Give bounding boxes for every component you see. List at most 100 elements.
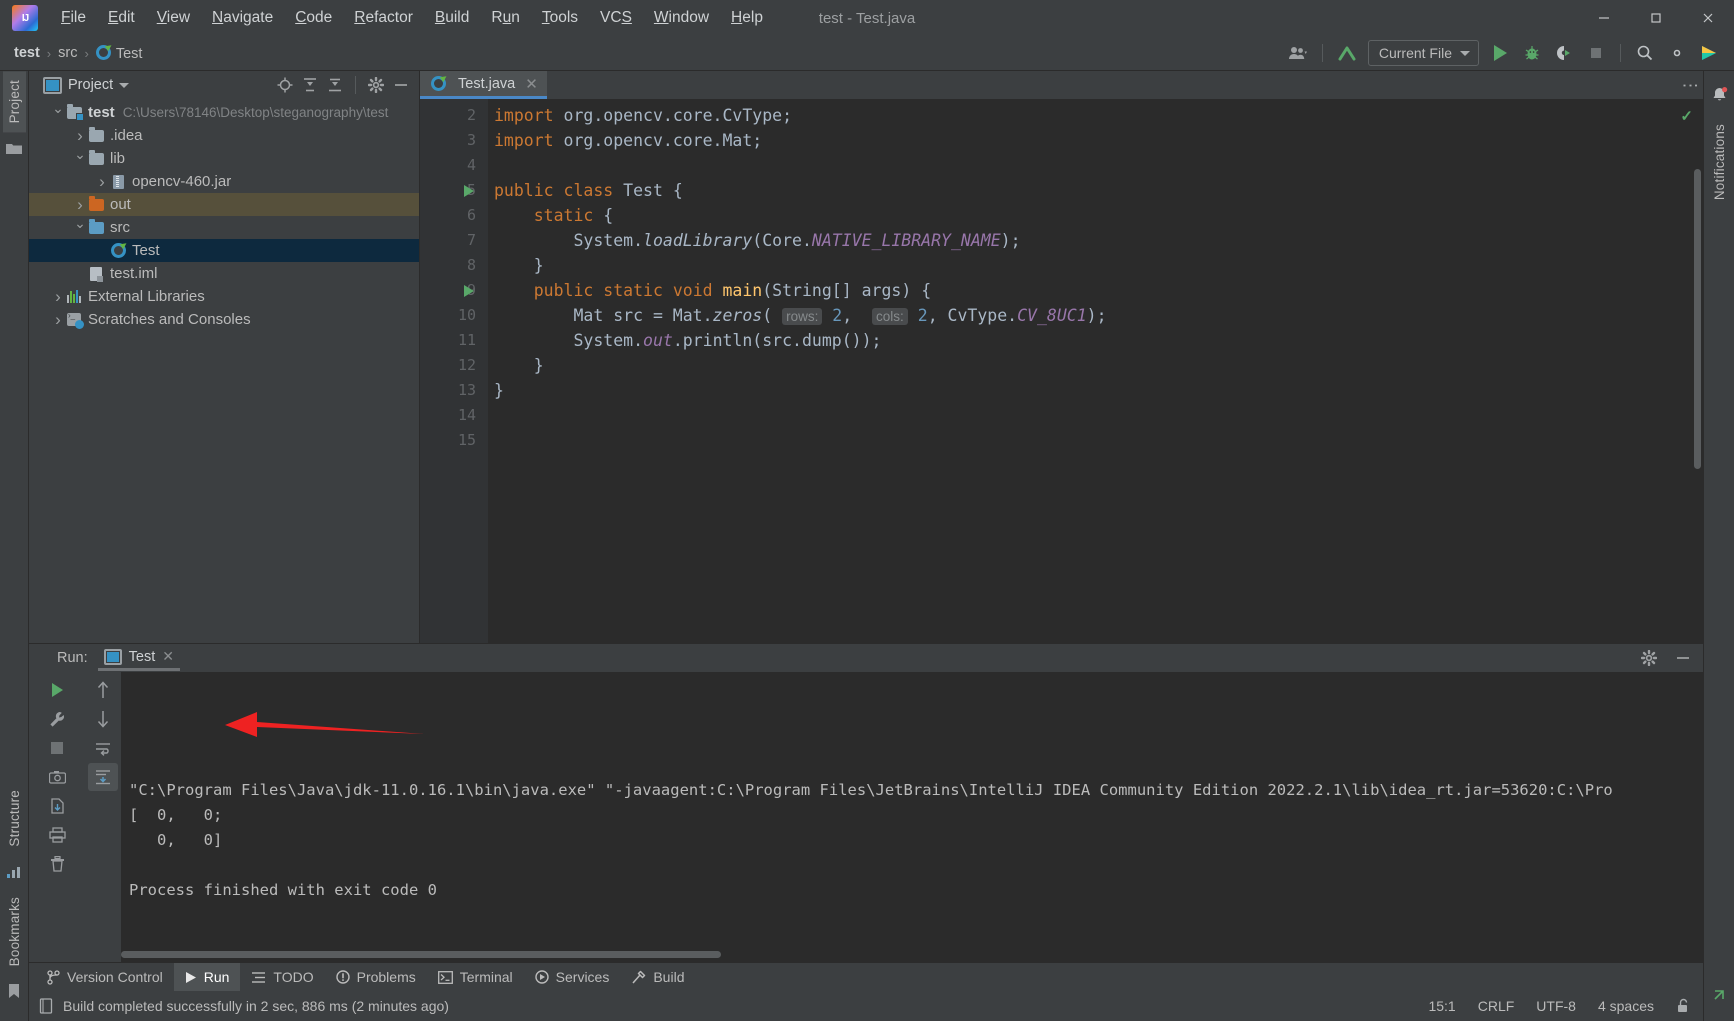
run-button[interactable] [1485, 40, 1515, 66]
close-icon[interactable]: ✕ [162, 648, 174, 665]
unlocked-icon[interactable] [1676, 998, 1691, 1014]
chevron-down-icon[interactable] [73, 219, 87, 236]
tree-node-lib[interactable]: lib [29, 147, 419, 170]
bottom-tab-services[interactable]: Services [524, 963, 621, 991]
menu-item-window[interactable]: Window [643, 5, 720, 31]
run-console-output[interactable]: "C:\Program Files\Java\jdk-11.0.16.1\bin… [121, 672, 1703, 962]
gutter-run-icon[interactable] [464, 185, 474, 197]
indent-setting[interactable]: 4 spaces [1598, 998, 1654, 1014]
chevron-right-icon[interactable] [95, 172, 109, 192]
menu-item-refactor[interactable]: Refactor [343, 5, 424, 31]
line-separator[interactable]: CRLF [1478, 998, 1515, 1014]
settings-icon[interactable] [1637, 647, 1661, 669]
tree-node-external-libraries[interactable]: External Libraries [29, 285, 419, 308]
chevron-down-icon[interactable] [119, 82, 130, 88]
breadcrumb-item-project[interactable]: test [14, 45, 40, 61]
tree-node-test[interactable]: test C:\Users\78146\Desktop\steganography… [29, 101, 419, 124]
folder-icon[interactable] [3, 137, 25, 159]
close-icon[interactable]: ✕ [525, 75, 538, 93]
hide-panel-icon[interactable] [389, 74, 413, 96]
scroll-down-icon[interactable] [88, 705, 118, 733]
bottom-tab-problems[interactable]: Problems [325, 963, 427, 991]
search-everywhere-icon[interactable] [1630, 40, 1660, 66]
bottom-tab-build[interactable]: Build [620, 963, 695, 991]
hide-panel-icon[interactable] [1671, 647, 1695, 669]
run-configuration-selector[interactable]: Current File [1367, 40, 1479, 66]
tree-node-opencv-460-jar[interactable]: opencv-460.jar [29, 170, 419, 193]
gutter-run-icon[interactable] [464, 285, 474, 297]
vcs-update-icon[interactable] [1332, 40, 1362, 66]
menu-item-code[interactable]: Code [284, 5, 343, 31]
notifications-bell-icon[interactable] [1708, 84, 1730, 106]
bottom-tab-run[interactable]: Run [173, 963, 241, 991]
scroll-up-icon[interactable] [88, 676, 118, 704]
tool-tab-bookmarks[interactable]: Bookmarks [3, 888, 26, 975]
menu-item-help[interactable]: Help [720, 5, 774, 31]
file-encoding[interactable]: UTF-8 [1536, 998, 1576, 1014]
print-icon[interactable] [42, 821, 72, 849]
stop-button[interactable] [42, 734, 72, 762]
code-text[interactable]: import org.opencv.core.CvType; import org… [488, 99, 1703, 643]
scroll-to-end-icon[interactable] [88, 763, 118, 791]
tree-node-idea[interactable]: .idea [29, 124, 419, 147]
ide-status-icon[interactable] [1708, 984, 1730, 1006]
breadcrumb-item-class[interactable]: Test [95, 44, 142, 62]
close-button[interactable] [1682, 0, 1734, 36]
editor-gutter[interactable]: 2 3 4 5 6 7 8 9 10 11 12 13 14 15 [420, 99, 488, 643]
caret-position[interactable]: 15:1 [1428, 998, 1455, 1014]
tree-node-test[interactable]: Test [29, 239, 419, 262]
run-tab-test[interactable]: Test ✕ [97, 645, 180, 671]
user-group-icon[interactable] [1283, 40, 1313, 66]
run-with-coverage-button[interactable] [1549, 40, 1579, 66]
maximize-button[interactable] [1630, 0, 1682, 36]
tree-node-out[interactable]: out [29, 193, 419, 216]
project-tree[interactable]: test C:\Users\78146\Desktop\steganography… [29, 99, 419, 643]
tool-tab-structure[interactable]: Structure [3, 781, 26, 856]
tree-node-test-iml[interactable]: test.iml [29, 262, 419, 285]
select-opened-file-icon[interactable] [273, 74, 297, 96]
tool-tab-project[interactable]: Project [2, 71, 26, 133]
menu-item-build[interactable]: Build [424, 5, 480, 31]
menu-item-vcs[interactable]: VCS [589, 5, 643, 31]
settings-wrench-icon[interactable] [42, 705, 72, 733]
menu-item-file[interactable]: File [50, 5, 97, 31]
chevron-down-icon[interactable] [51, 104, 65, 121]
camera-icon[interactable] [42, 763, 72, 791]
trash-icon[interactable] [42, 850, 72, 878]
ide-help-icon[interactable] [1694, 40, 1724, 66]
bottom-tab-terminal[interactable]: Terminal [427, 963, 524, 991]
more-options-icon[interactable]: ⋮ [1681, 77, 1700, 94]
chevron-right-icon[interactable] [51, 310, 65, 330]
collapse-all-icon[interactable] [323, 74, 347, 96]
settings-icon[interactable] [1662, 40, 1692, 66]
stop-button[interactable] [1581, 40, 1611, 66]
tree-node-scratches-and-consoles[interactable]: Scratches and Consoles [29, 308, 419, 331]
menu-item-edit[interactable]: Edit [97, 5, 146, 31]
editor-tab-test-java[interactable]: Test.java ✕ [420, 71, 547, 99]
debug-button[interactable] [1517, 40, 1547, 66]
editor-vertical-scrollbar[interactable] [1694, 169, 1701, 469]
bottom-tab-todo[interactable]: TODO [240, 963, 324, 991]
menu-item-tools[interactable]: Tools [531, 5, 589, 31]
expand-all-icon[interactable] [298, 74, 322, 96]
export-icon[interactable] [42, 792, 72, 820]
structure-icon[interactable] [3, 861, 25, 883]
chevron-right-icon[interactable] [51, 287, 65, 307]
menu-item-run[interactable]: Run [480, 5, 530, 31]
breadcrumb-item-src[interactable]: src [58, 45, 77, 61]
chevron-down-icon[interactable] [73, 150, 87, 167]
console-horizontal-scrollbar[interactable] [121, 951, 721, 958]
inspection-status-icon[interactable]: ✓ [1680, 107, 1693, 125]
chevron-right-icon[interactable] [73, 195, 87, 215]
chevron-right-icon[interactable] [73, 126, 87, 146]
tool-tab-notifications[interactable]: Notifications [1708, 115, 1731, 209]
menu-item-navigate[interactable]: Navigate [201, 5, 284, 31]
minimize-button[interactable] [1578, 0, 1630, 36]
menu-item-view[interactable]: View [146, 5, 201, 31]
bottom-tab-version-control[interactable]: Version Control [35, 963, 174, 991]
settings-icon[interactable] [364, 74, 388, 96]
bookmark-icon[interactable] [3, 980, 25, 1002]
soft-wrap-icon[interactable] [88, 734, 118, 762]
tree-node-src[interactable]: src [29, 216, 419, 239]
rerun-button[interactable] [42, 676, 72, 704]
